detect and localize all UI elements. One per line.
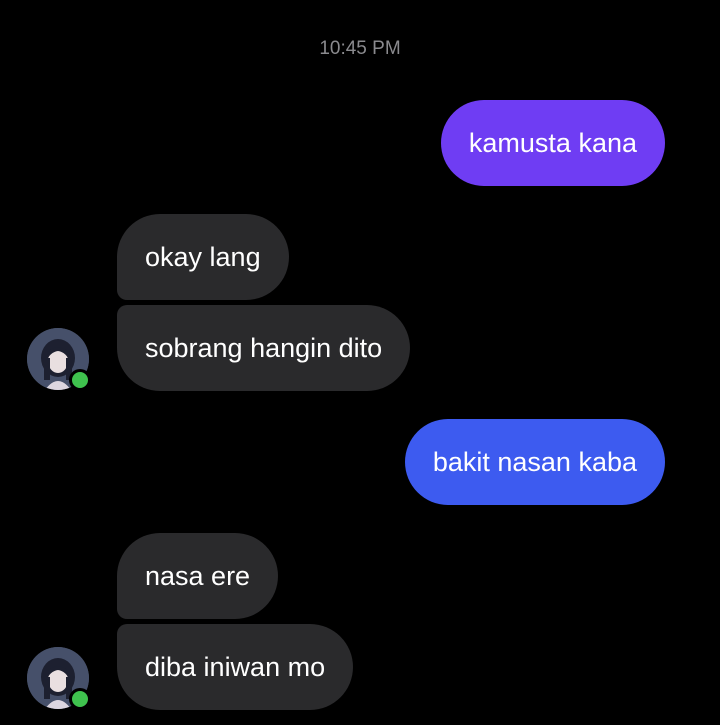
message-text: sobrang hangin dito (145, 332, 383, 363)
message-text: diba iniwan mo (145, 651, 326, 682)
contact-avatar[interactable] (27, 647, 91, 710)
message-text: okay lang (145, 241, 261, 272)
contact-avatar[interactable] (27, 328, 91, 391)
message-text: kamusta kana (468, 127, 637, 158)
message-text: nasa ere (145, 560, 251, 591)
incoming-message-bubble[interactable]: okay lang (117, 214, 289, 300)
message-text: bakit nasan kaba (432, 446, 637, 477)
message-timestamp: 10:45 PM (319, 38, 401, 59)
incoming-message-bubble[interactable]: diba iniwan mo (117, 624, 354, 710)
incoming-message-bubble[interactable]: sobrang hangin dito (117, 305, 411, 391)
outgoing-message-bubble[interactable]: bakit nasan kaba (404, 419, 665, 505)
online-status-indicator (69, 688, 91, 710)
incoming-message-bubble[interactable]: nasa ere (117, 533, 279, 619)
outgoing-message-bubble[interactable]: kamusta kana (440, 100, 665, 186)
online-status-indicator (69, 369, 91, 391)
